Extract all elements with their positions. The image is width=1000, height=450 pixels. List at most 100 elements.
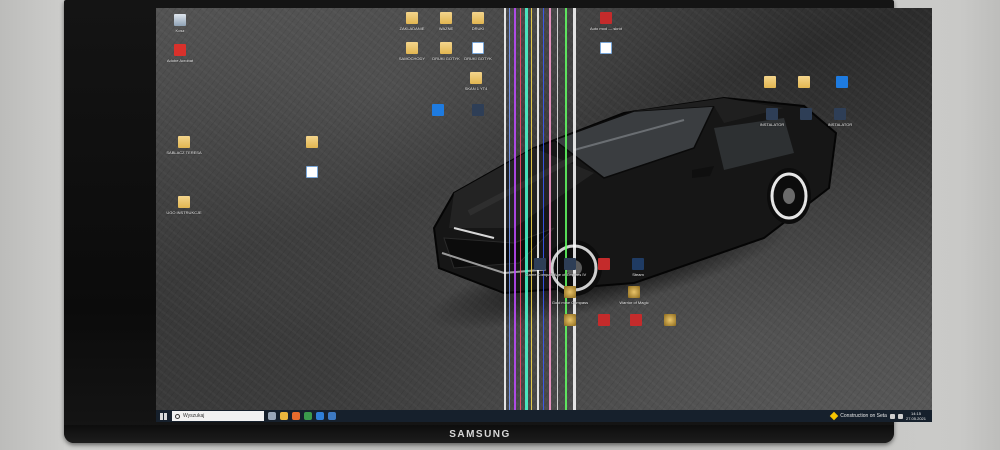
desktop-icon-label: DRUKI GOTYK	[464, 56, 492, 61]
taskbar-firefox-icon[interactable]	[292, 412, 300, 420]
desktop-icon-label: SKAN 1 YT4	[464, 86, 488, 91]
desktop-icon-recycle[interactable]: Kosz	[160, 14, 200, 33]
glitch-line	[509, 8, 510, 422]
desktop-icon-f6[interactable]: DRUKI GOTYK	[458, 42, 498, 61]
glitch-line	[525, 8, 528, 422]
glitch-line	[549, 8, 551, 422]
gold-icon	[664, 314, 676, 326]
desktop-icon-steam[interactable]: Steam	[618, 258, 658, 277]
desktop-icon-label: UGO INSTRUKCJE	[166, 210, 202, 215]
desktop-icon-label: Kosz	[175, 28, 185, 33]
taskbar-explorer-icon[interactable]	[280, 412, 288, 420]
desktop-icon-ugo[interactable]: UGO INSTRUKCJE	[164, 196, 204, 215]
notification-text: Construction on Seta	[840, 413, 887, 419]
glitch-line	[543, 8, 544, 422]
folder-icon	[798, 76, 810, 88]
desktop-icon-f3[interactable]: DRUKI	[458, 12, 498, 31]
blue-icon	[432, 104, 444, 116]
doc-icon	[472, 42, 484, 54]
glitch-line	[537, 8, 539, 422]
windows-icon	[159, 412, 167, 420]
glitch-line	[565, 8, 567, 422]
desktop-icon-label: SABLACZ TERESA	[166, 150, 202, 155]
monitor-bezel: Kosz Adobe Acrobat SABLACZ TERESA UGO INSTR…	[64, 0, 932, 443]
gold-icon	[564, 314, 576, 326]
system-tray: Construction on Seta 14:15 27.05.2021	[830, 411, 932, 421]
search-icon	[175, 413, 180, 419]
desktop-icon-label: INSTALATOR	[759, 122, 785, 127]
pdf-icon	[174, 44, 186, 56]
folder-icon	[440, 12, 452, 24]
desktop-icon-app1[interactable]	[418, 104, 458, 118]
red-icon	[598, 314, 610, 326]
folder-icon	[178, 196, 190, 208]
glitch-line	[557, 8, 558, 422]
folder-icon	[406, 12, 418, 24]
warning-icon	[830, 411, 839, 421]
desktop-icon-inst3[interactable]: INSTALATOR	[820, 108, 860, 127]
monitor-brand-logo: SAMSUNG	[449, 429, 511, 440]
desktop-icon-f7[interactable]: SKAN 1 YT4	[456, 72, 496, 91]
desktop-icon-label: Age of Empires IV	[553, 272, 587, 277]
monitor-screen: Kosz Adobe Acrobat SABLACZ TERESA UGO INSTR…	[156, 8, 932, 422]
desktop-icon-doc2[interactable]	[292, 166, 332, 180]
start-button[interactable]	[156, 410, 170, 422]
glitch-line	[514, 8, 516, 422]
desktop-icon-autos[interactable]: Auto mod — skrót	[586, 12, 626, 31]
taskbar-apps	[264, 412, 336, 420]
desktop-icon-pdf2[interactable]	[586, 42, 626, 56]
taskbar-store-icon[interactable]	[316, 412, 324, 420]
desktop-icon-game4[interactable]: Gold mine Compass	[550, 286, 590, 305]
network-icon[interactable]	[889, 413, 895, 419]
game-icon	[766, 108, 778, 120]
taskbar-mail-icon[interactable]	[328, 412, 336, 420]
folder-icon	[764, 76, 776, 88]
gold-icon	[564, 286, 576, 298]
game-icon	[834, 108, 846, 120]
desktop-icon-label: Gold mine Compass	[551, 300, 589, 305]
desktop-icon-acrobat[interactable]: Adobe Acrobat	[160, 44, 200, 63]
red-icon	[600, 12, 612, 24]
glitch-line	[573, 8, 576, 422]
game-icon	[534, 258, 546, 270]
desktop-icon-label: DRUKI	[471, 26, 485, 31]
glitch-line	[531, 8, 532, 422]
red-icon	[598, 258, 610, 270]
glitch-line	[504, 8, 506, 422]
search-box[interactable]: Wyszukaj	[172, 411, 264, 421]
blue-icon	[836, 76, 848, 88]
desktop-icon-game9[interactable]	[650, 314, 690, 328]
clock[interactable]: 14:15 27.05.2021	[906, 411, 926, 421]
folder-icon	[406, 42, 418, 54]
desktop-icon-app2[interactable]	[458, 104, 498, 118]
desktop-icon-label: Steam	[632, 272, 644, 277]
glitch-line	[520, 8, 521, 422]
clock-date: 27.05.2021	[905, 416, 926, 421]
game-icon	[800, 108, 812, 120]
doc-icon	[306, 166, 318, 178]
folder-icon	[470, 72, 482, 84]
red-icon	[630, 314, 642, 326]
desktop-icon-f10[interactable]	[784, 76, 824, 90]
taskbar-chrome-icon[interactable]	[304, 412, 312, 420]
desktop-icon-label: Auto mod — skrót	[589, 26, 622, 31]
desktop-icon-edge[interactable]	[822, 76, 862, 90]
desktop-icon-label: INSTALATOR	[827, 122, 853, 127]
search-placeholder: Wyszukaj	[183, 413, 205, 419]
desktop-icon-sablacz[interactable]: SABLACZ TERESA	[164, 136, 204, 155]
game-icon	[564, 258, 576, 270]
taskbar: Wyszukaj Construction on Seta 14:15 27.0…	[156, 410, 932, 422]
doc-icon	[600, 42, 612, 54]
volume-icon[interactable]	[897, 413, 903, 419]
desktop-icon-game5[interactable]: Warrior of Magic	[614, 286, 654, 305]
desktop-icon-label: Adobe Acrobat	[166, 58, 194, 63]
folder-icon	[306, 136, 318, 148]
bin-icon	[174, 14, 186, 26]
notification[interactable]: Construction on Seta	[830, 411, 887, 421]
desktop-icon-f8[interactable]	[292, 136, 332, 150]
gold-icon	[628, 286, 640, 298]
steam-icon	[632, 258, 644, 270]
game-icon	[472, 104, 484, 116]
taskbar-task-view-icon[interactable]	[268, 412, 276, 420]
folder-icon	[440, 42, 452, 54]
